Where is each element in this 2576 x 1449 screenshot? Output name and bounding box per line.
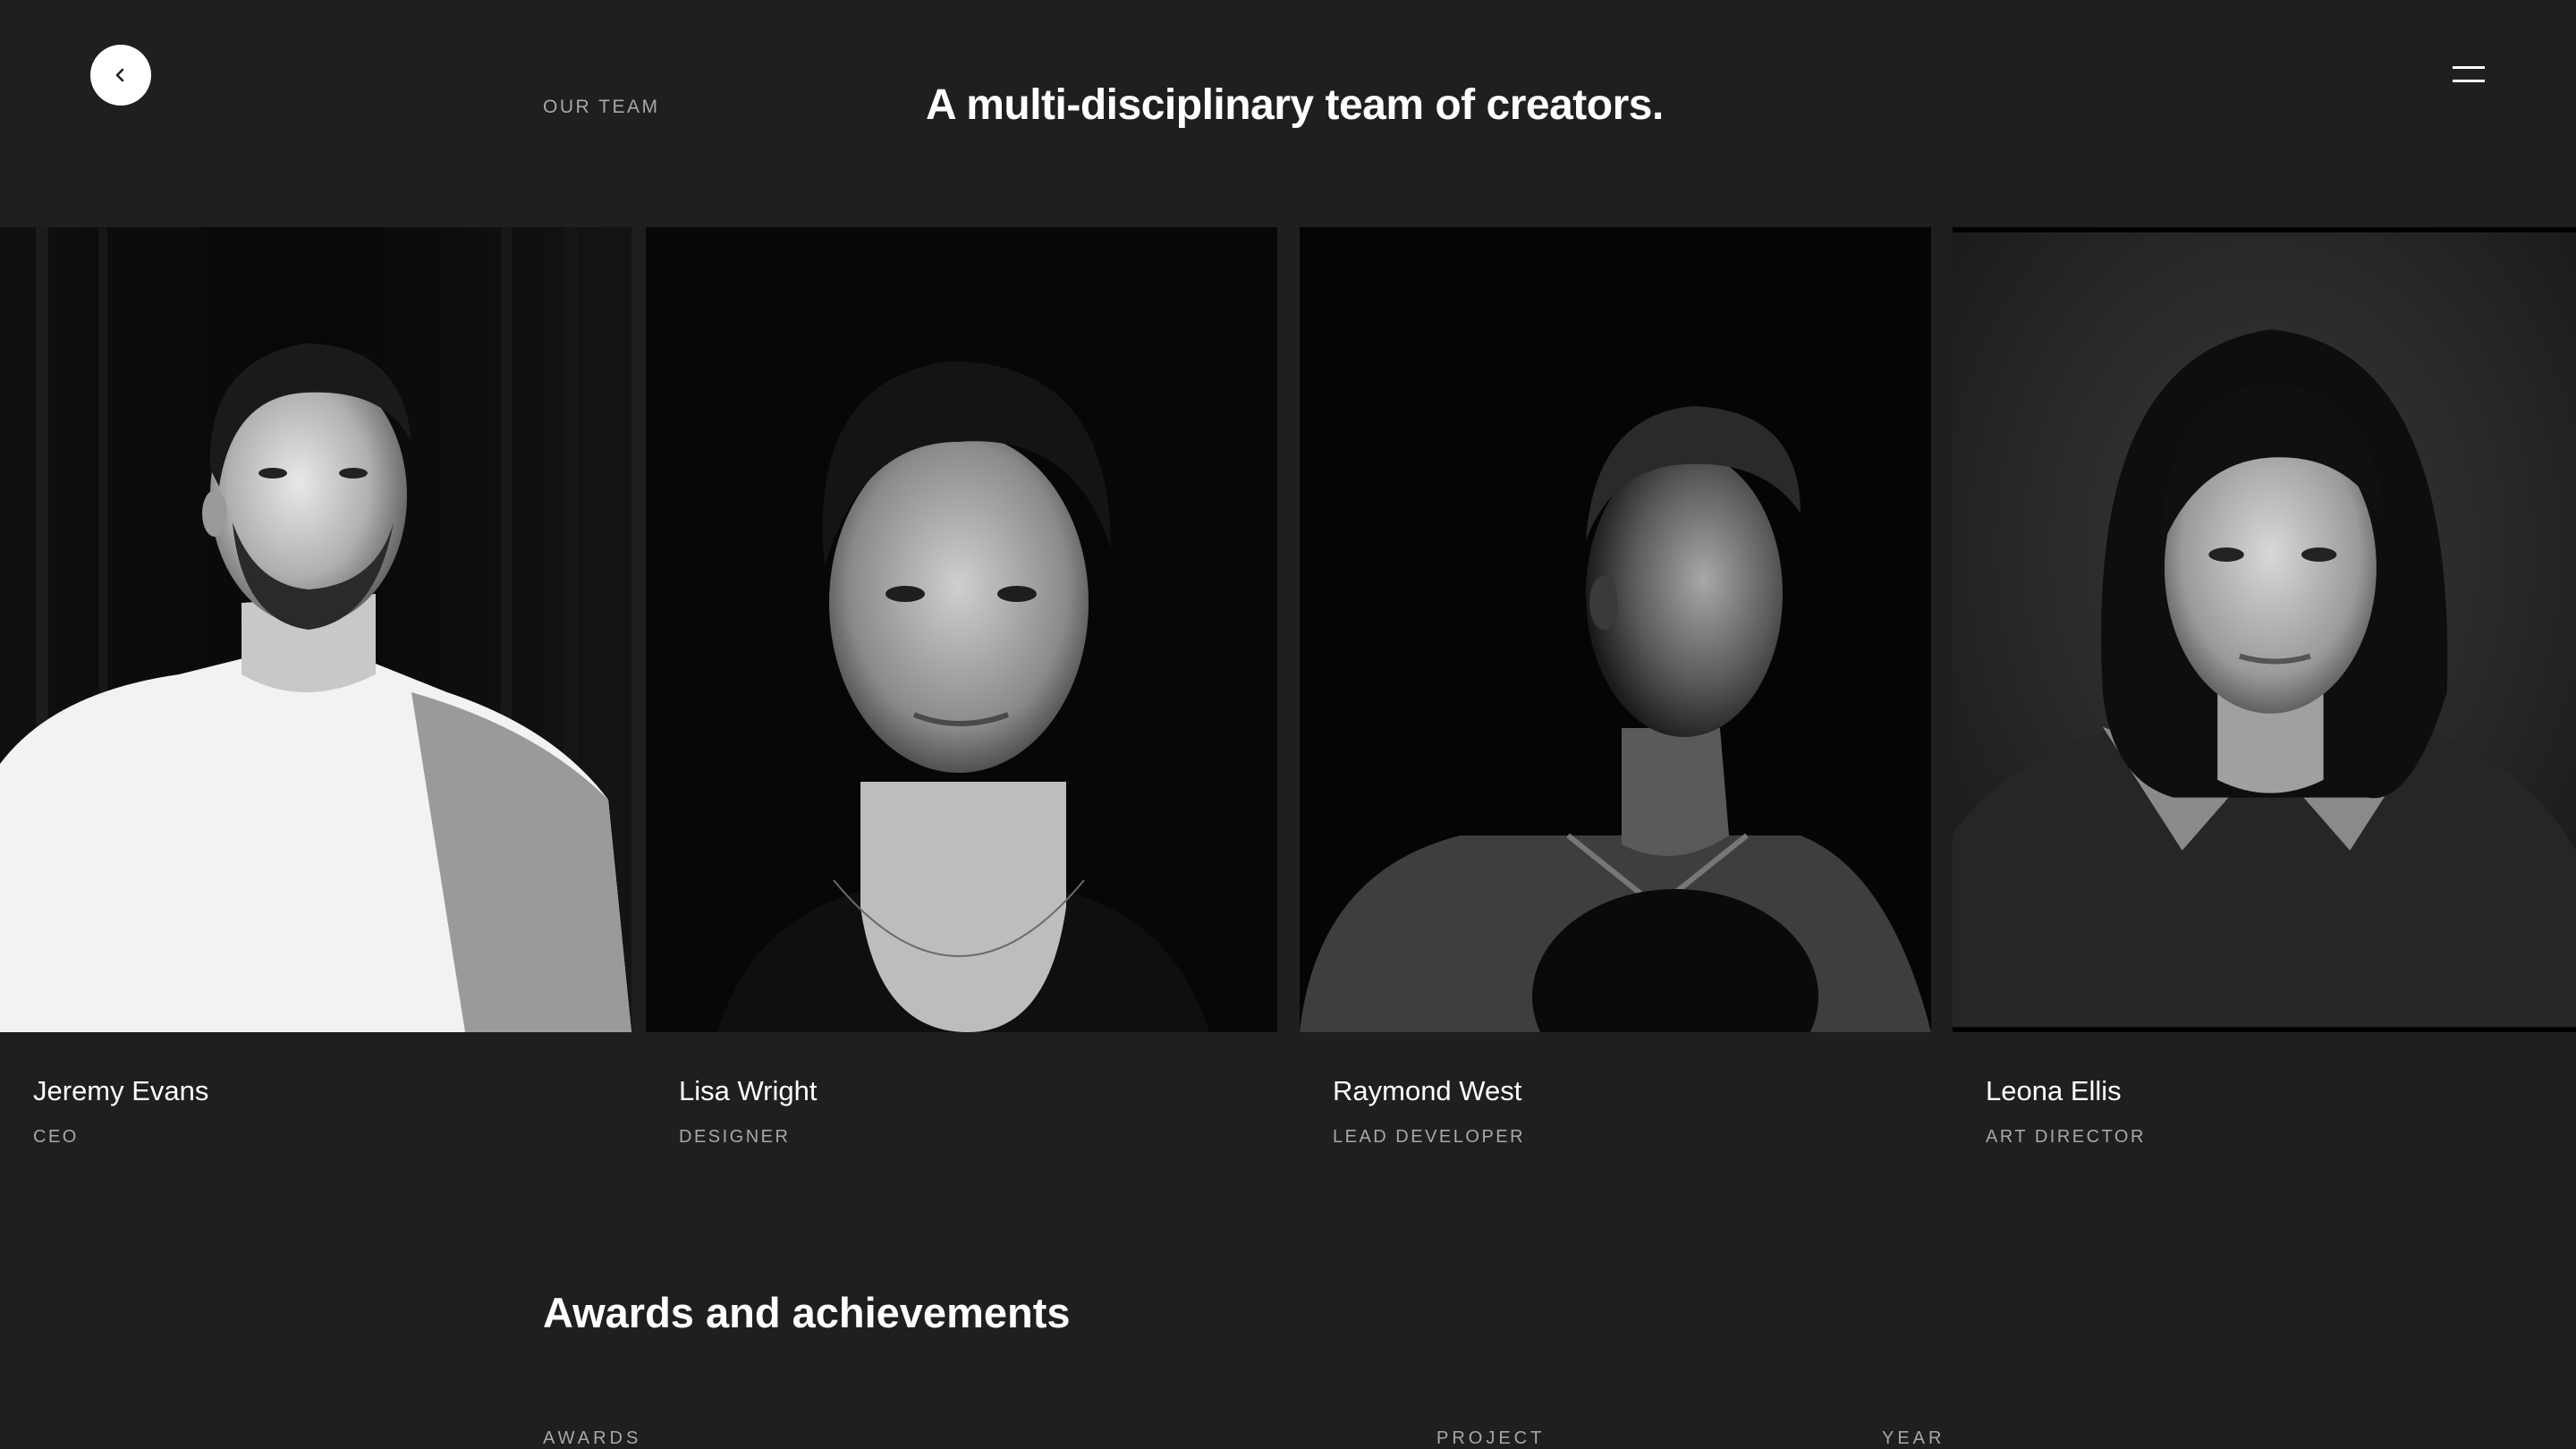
member-role: DESIGNER [679,1127,791,1147]
portrait-image [1300,227,1931,1032]
member-role: ART DIRECTOR [1986,1127,2146,1147]
member-photo [1953,227,2576,1032]
member-name: Lisa Wright [679,1075,818,1106]
hamburger-menu-icon [2453,66,2485,69]
member-name: Leona Ellis [1986,1075,2122,1106]
team-member-card[interactable]: Leona Ellis ART DIRECTOR [1953,227,2576,1147]
team-page: OUR TEAM A multi-disciplinary team of cr… [0,0,2576,1449]
portrait-image [0,227,631,1032]
member-name: Raymond West [1333,1075,1522,1106]
back-button[interactable] [90,45,151,106]
team-grid: Jeremy Evans CEO Lisa Wright DESIGNER Ra… [0,227,2576,1147]
team-member-card[interactable]: Raymond West LEAD DEVELOPER [1300,227,1931,1147]
member-role: LEAD DEVELOPER [1333,1127,1526,1147]
menu-button[interactable] [2451,63,2487,88]
member-name: Jeremy Evans [33,1075,209,1106]
member-photo [646,227,1277,1032]
team-member-card[interactable]: Lisa Wright DESIGNER [646,227,1277,1147]
year-column-header: YEAR [1882,1428,1945,1448]
chevron-left-icon [112,66,130,84]
member-photo [0,227,631,1032]
team-member-card[interactable]: Jeremy Evans CEO [0,227,631,1147]
section-label: OUR TEAM [543,97,660,117]
member-photo [1300,227,1931,1032]
portrait-image [646,227,1277,1032]
awards-column-header: AWARDS [543,1428,642,1448]
project-column-header: PROJECT [1436,1428,1546,1448]
member-role: CEO [33,1127,79,1147]
awards-title: Awards and achievements [543,1289,1071,1336]
portrait-image [1953,232,2576,1028]
page-title: A multi-disciplinary team of creators. [926,81,1664,129]
